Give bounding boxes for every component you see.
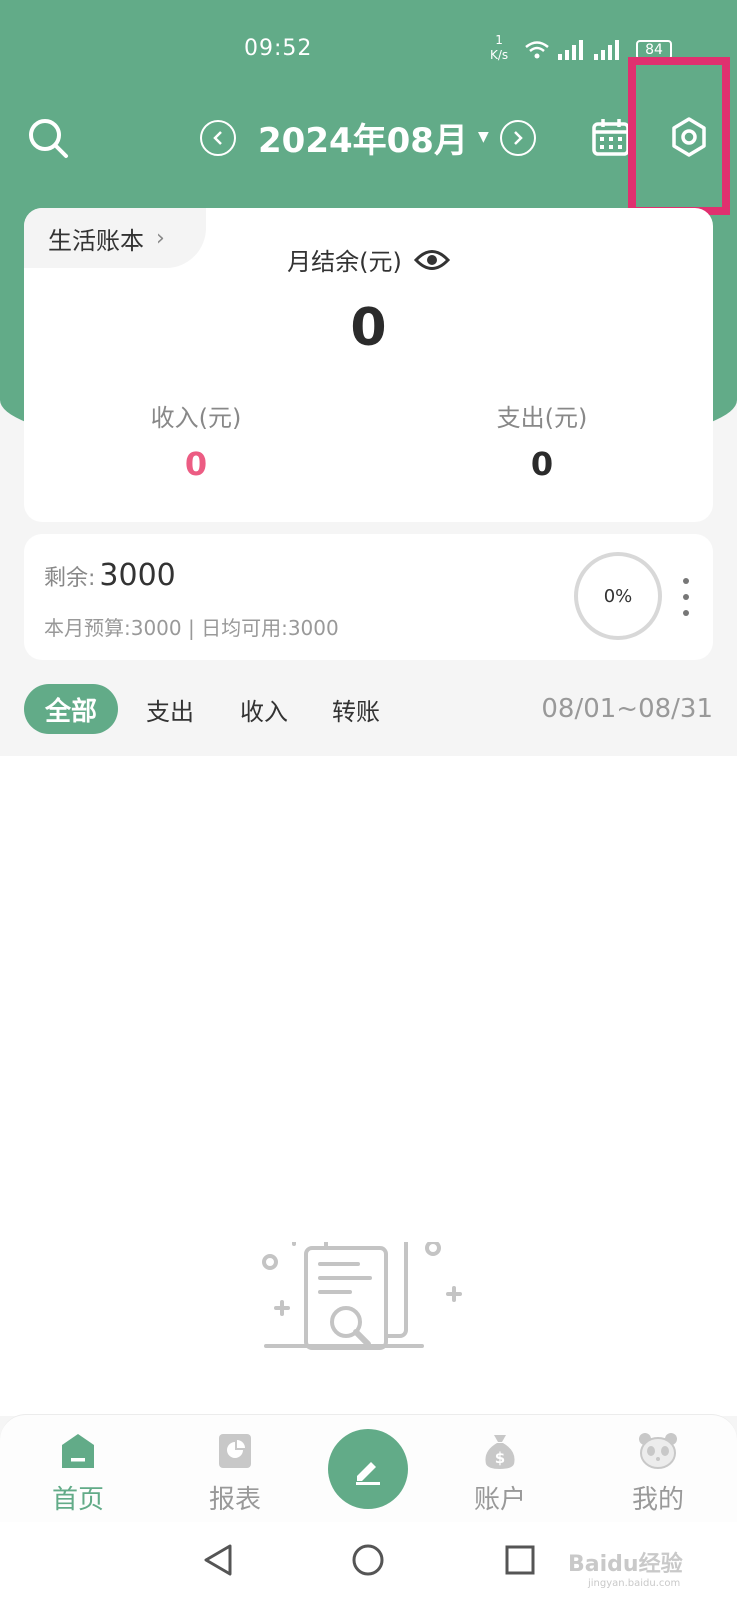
add-record-button[interactable] [328,1429,408,1509]
budget-remaining-label: 剩余: [44,566,96,591]
dot-icon [683,610,689,616]
expense-value: 0 [530,445,554,483]
balance-value: 0 [350,298,387,358]
home-icon [62,1434,94,1468]
network-speed-value: 1 [495,33,503,47]
nav-mine[interactable]: 我的 [598,1415,718,1523]
signal-icons [524,38,622,60]
filter-tab-income[interactable]: 收入 [234,684,294,734]
budget-remaining: 剩余: 3000 [44,558,176,593]
income-label: 收入(元) [150,404,242,432]
status-time: 09:52 [244,36,313,61]
expense-label: 支出(元) [496,404,588,432]
balance-label-row: 月结余(元) [24,242,713,277]
filter-tab-expense[interactable]: 支出 [140,684,200,734]
budget-progress-text: 0% [603,585,633,607]
date-range[interactable]: 08/01~08/31 [541,684,713,734]
next-month-button[interactable] [500,120,536,156]
balance-label: 月结余(元) [287,248,402,276]
nav-report[interactable]: 报表 [175,1415,295,1523]
money-bag-icon: $ [485,1435,515,1469]
budget-progress-ring: 0% [574,552,662,640]
nav-account-label: 账户 [473,1485,526,1515]
filter-tab-all[interactable]: 全部 [24,684,118,734]
search-icon [29,119,68,158]
caret-down-icon: ▼ [477,129,489,145]
recent-apps-square-icon [505,1545,535,1575]
income-stat: 收入(元) 0 [96,398,296,483]
calendar-icon [592,119,630,156]
wifi-icon [525,41,549,59]
empty-state-illustration [262,1242,462,1350]
bottom-navigation: 首页 报表 $ 账户 我的 [0,1414,737,1522]
svg-text:$: $ [495,1449,505,1467]
income-value: 0 [184,445,208,483]
nav-home[interactable]: 首页 [18,1415,138,1523]
budget-remaining-value: 3000 [99,558,176,593]
budget-card[interactable]: 剩余: 3000 本月预算:3000 | 日均可用:3000 0% [24,534,713,660]
eye-icon[interactable] [413,249,450,271]
dot-icon [683,594,689,600]
nav-home-label: 首页 [51,1485,104,1515]
nav-account[interactable]: $ 账户 [440,1415,560,1523]
system-home-button[interactable] [348,1540,388,1580]
panda-icon [639,1433,677,1469]
prev-month-button[interactable] [200,120,236,156]
nav-report-label: 报表 [208,1485,261,1515]
expense-stat: 支出(元) 0 [442,398,642,483]
highlight-annotation [628,57,730,215]
network-speed-unit: K/s [490,48,509,62]
month-selector[interactable]: 2024年08月 ▼ [258,114,489,161]
chevron-right-icon [514,131,523,145]
cell-signal-icon [558,40,583,60]
summary-card: 生活账本 › 月结余(元) 0 收入(元) 0 支出(元) 0 [24,208,713,522]
more-options-button[interactable] [674,574,698,620]
search-button[interactable] [22,112,74,164]
network-speed: 1 K/s [490,33,508,63]
watermark-url: jingyan.baidu.com [588,1578,681,1589]
home-circle-icon [352,1544,384,1576]
system-back-button[interactable] [198,1540,238,1580]
filter-tab-transfer[interactable]: 转账 [326,684,386,734]
back-triangle-icon [204,1544,232,1576]
chevron-left-icon [213,131,222,145]
edit-icon [356,1462,380,1485]
filter-row: 全部 支出 收入 转账 08/01~08/31 [24,684,713,734]
dot-icon [683,578,689,584]
nav-mine-label: 我的 [631,1485,684,1515]
report-icon [219,1434,251,1468]
status-bar: 09:52 1 K/s 84 [0,0,737,100]
system-recent-apps-button[interactable] [500,1540,540,1580]
budget-detail: 本月预算:3000 | 日均可用:3000 [44,616,339,640]
month-title: 2024年08月 [258,120,468,161]
watermark: Baidu经验 [568,1552,683,1577]
cell-signal-icon [594,40,619,60]
